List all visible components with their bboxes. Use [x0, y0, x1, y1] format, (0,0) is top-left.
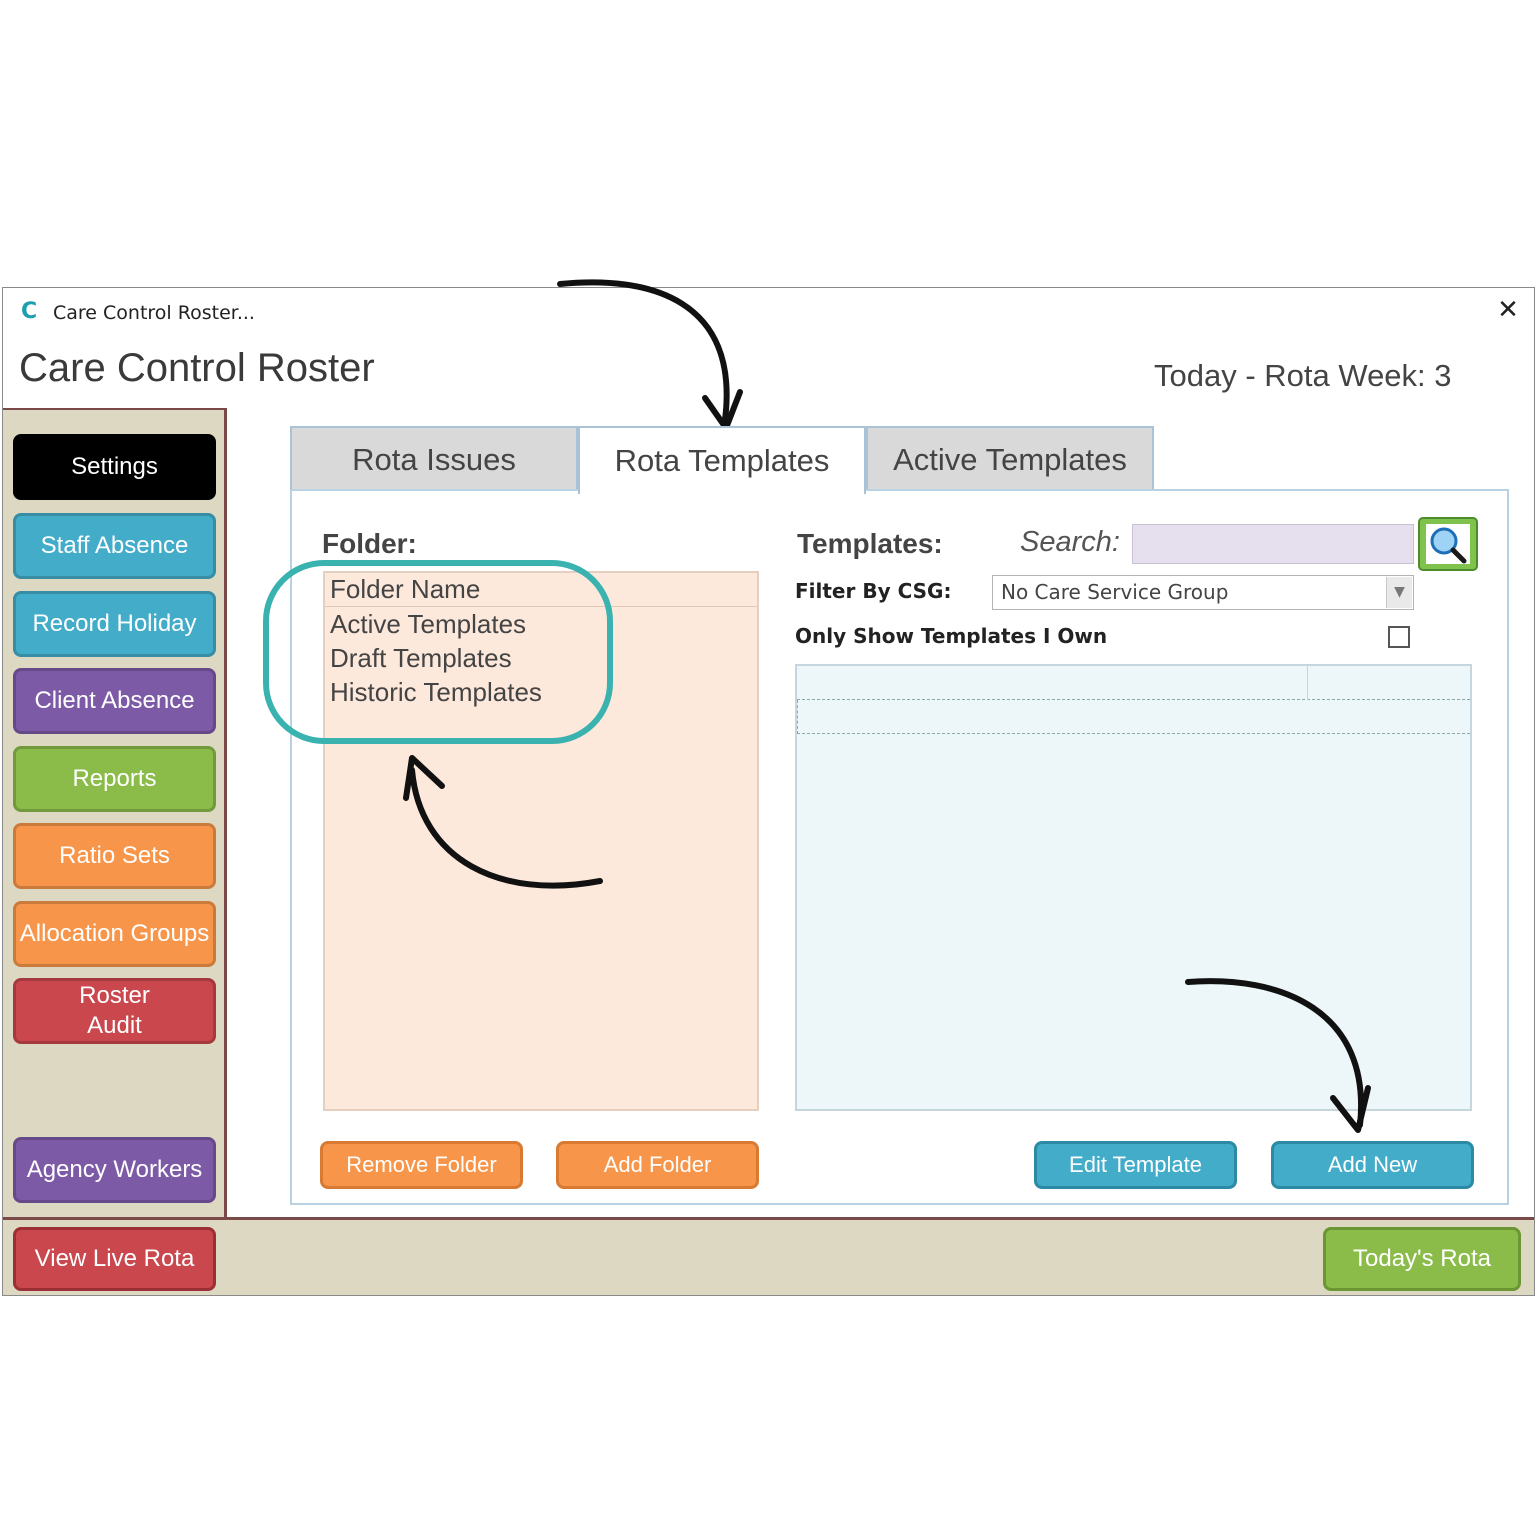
- app-window: C Care Control Roster... ✕ Care Control …: [2, 287, 1535, 1296]
- agency-workers-button[interactable]: Agency Workers: [13, 1137, 216, 1203]
- folder-item-historic-templates[interactable]: Historic Templates: [325, 675, 757, 709]
- remove-folder-button[interactable]: Remove Folder: [320, 1141, 523, 1189]
- rota-week-status: Today - Rota Week: 3: [1154, 358, 1452, 393]
- folder-list: Folder Name Active Templates Draft Templ…: [323, 571, 759, 1111]
- record-holiday-button[interactable]: Record Holiday: [13, 591, 216, 657]
- window-title: Care Control Roster...: [53, 302, 255, 324]
- search-label: Search:: [1020, 526, 1120, 558]
- folder-item-draft-templates[interactable]: Draft Templates: [325, 641, 757, 675]
- roster-audit-button[interactable]: Roster Audit: [13, 978, 216, 1044]
- close-icon[interactable]: ✕: [1496, 297, 1520, 323]
- sidebar: Settings Staff Absence Record Holiday Cl…: [3, 408, 227, 1217]
- tab-rota-issues[interactable]: Rota Issues: [290, 426, 578, 492]
- staff-absence-button[interactable]: Staff Absence: [13, 513, 216, 579]
- folder-name-column-header: Folder Name: [325, 573, 757, 607]
- ratio-sets-button[interactable]: Ratio Sets: [13, 823, 216, 889]
- only-own-templates-checkbox[interactable]: [1388, 626, 1410, 648]
- templates-grid-header: [797, 666, 1470, 700]
- tab-active-templates[interactable]: Active Templates: [866, 426, 1154, 492]
- search-button[interactable]: [1418, 517, 1478, 571]
- allocation-groups-button[interactable]: Allocation Groups: [13, 901, 216, 967]
- edit-template-button[interactable]: Edit Template: [1034, 1141, 1237, 1189]
- templates-label: Templates:: [797, 528, 943, 559]
- folder-label: Folder:: [322, 528, 417, 559]
- folder-item-active-templates[interactable]: Active Templates: [325, 607, 757, 641]
- search-input[interactable]: [1132, 524, 1414, 564]
- settings-button[interactable]: Settings: [13, 434, 216, 500]
- todays-rota-button[interactable]: Today's Rota: [1323, 1227, 1521, 1291]
- table-row[interactable]: [797, 700, 1470, 734]
- title-bar: C Care Control Roster... ✕: [3, 288, 1534, 334]
- search-icon: [1430, 527, 1467, 564]
- tab-rota-templates[interactable]: Rota Templates: [578, 426, 866, 494]
- chevron-down-icon[interactable]: ▼: [1386, 577, 1412, 608]
- add-folder-button[interactable]: Add Folder: [556, 1141, 759, 1189]
- reports-button[interactable]: Reports: [13, 746, 216, 812]
- only-own-templates-label: Only Show Templates I Own: [795, 624, 1108, 648]
- templates-grid: [795, 664, 1472, 1111]
- footer-bar: View Live Rota Today's Rota: [3, 1217, 1534, 1295]
- filter-csg-select[interactable]: No Care Service Group ▼: [992, 575, 1414, 610]
- add-new-button[interactable]: Add New: [1271, 1141, 1474, 1189]
- care-control-logo-icon: C: [21, 299, 38, 324]
- client-absence-button[interactable]: Client Absence: [13, 668, 216, 734]
- filter-csg-value: No Care Service Group: [1001, 580, 1229, 604]
- app-title: Care Control Roster: [19, 346, 375, 390]
- filter-csg-label: Filter By CSG:: [795, 579, 952, 603]
- view-live-rota-button[interactable]: View Live Rota: [13, 1227, 216, 1291]
- templates-grid-column-divider: [1307, 666, 1308, 700]
